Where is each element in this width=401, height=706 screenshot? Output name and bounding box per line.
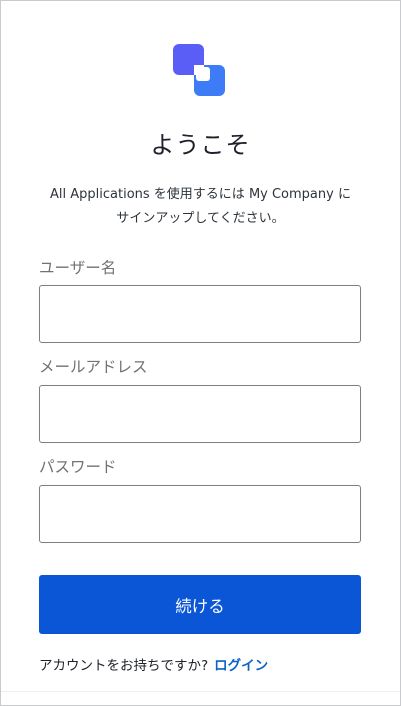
- page-title: ようこそ: [150, 131, 251, 159]
- signup-card: ようこそ All Applications を使用するには My Company…: [0, 0, 401, 706]
- email-label: メールアドレス: [39, 358, 148, 376]
- password-input[interactable]: [39, 485, 361, 543]
- signup-description: All Applications を使用するには My Company に サイ…: [29, 183, 372, 231]
- email-input[interactable]: [39, 385, 361, 443]
- brand-logo-icon: [173, 44, 225, 96]
- login-prompt-row: アカウントをお持ちですか? ログイン: [39, 654, 268, 674]
- bottom-divider: [1, 691, 400, 692]
- username-label: ユーザー名: [39, 259, 117, 277]
- login-link[interactable]: ログイン: [214, 658, 268, 674]
- signup-description-line-1: All Applications を使用するには My Company に: [50, 187, 351, 202]
- login-prompt-text: アカウントをお持ちですか?: [39, 658, 209, 674]
- signup-description-line-2: サインアップしてください。: [116, 211, 285, 226]
- continue-button[interactable]: 続ける: [39, 575, 361, 634]
- username-input[interactable]: [39, 285, 361, 343]
- password-label: パスワード: [39, 458, 117, 476]
